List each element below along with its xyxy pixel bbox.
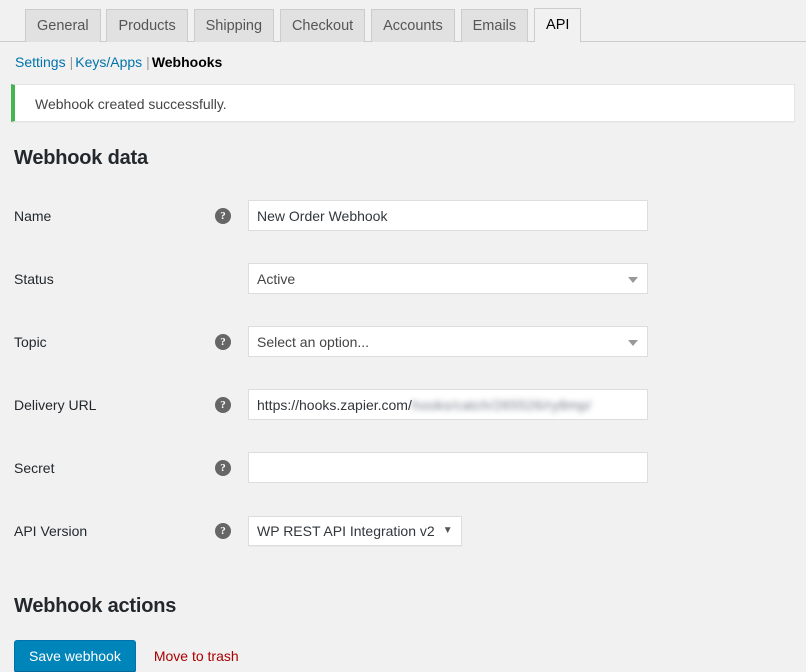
- field-row-secret: Secret ?: [0, 436, 806, 499]
- subnav-separator-1: |: [69, 54, 74, 70]
- success-notice: Webhook created successfully.: [11, 84, 795, 122]
- secret-input[interactable]: [248, 452, 648, 483]
- delivery-url-redacted-text: hooks/catch/265526/ry8mp/: [411, 396, 592, 413]
- tab-products[interactable]: Products: [106, 9, 188, 42]
- field-cell-delivery-url: https://hooks.zapier.com/hooks/catch/265…: [248, 373, 806, 436]
- delivery-url-visible-text: https://hooks.zapier.com/: [257, 396, 412, 413]
- help-icon-secret[interactable]: ?: [215, 460, 231, 477]
- field-cell-name: [248, 184, 806, 247]
- help-cell-topic: ?: [215, 310, 248, 373]
- status-select-value: Active: [257, 270, 296, 287]
- help-cell-status: [215, 247, 248, 310]
- help-icon-delivery-url[interactable]: ?: [215, 397, 231, 414]
- chevron-down-icon: ▼: [442, 524, 453, 536]
- help-cell-name: ?: [215, 184, 248, 247]
- tab-shipping[interactable]: Shipping: [193, 9, 275, 42]
- field-row-delivery-url: Delivery URL ? https://hooks.zapier.com/…: [0, 373, 806, 436]
- subnav-current-webhooks: Webhooks: [151, 54, 223, 70]
- field-row-status: Status Active: [0, 247, 806, 310]
- field-row-topic: Topic ? Select an option...: [0, 310, 806, 373]
- label-api-version: API Version: [14, 522, 88, 539]
- webhook-actions-row: Save webhook Move to trash: [14, 640, 806, 672]
- chevron-down-icon: [628, 276, 638, 283]
- webhook-data-heading: Webhook data: [14, 147, 148, 169]
- tab-checkout[interactable]: Checkout: [279, 9, 366, 42]
- help-icon-name[interactable]: ?: [215, 208, 231, 225]
- success-notice-text: Webhook created successfully.: [35, 96, 227, 112]
- help-cell-secret: ?: [215, 436, 248, 499]
- status-select[interactable]: Active: [248, 263, 648, 294]
- breadcrumb: Settings | Keys/Apps | Webhooks: [0, 42, 806, 70]
- api-version-select-value: WP REST API Integration v2: [257, 522, 435, 539]
- tab-api[interactable]: API: [534, 8, 582, 42]
- help-icon-api-version[interactable]: ?: [215, 523, 231, 540]
- field-cell-api-version: WP REST API Integration v2 ▼: [248, 499, 806, 562]
- label-status: Status: [14, 270, 54, 287]
- webhook-data-form: Name ? Status Active Topic ?: [0, 184, 806, 562]
- subnav-link-settings[interactable]: Settings: [15, 54, 66, 70]
- label-delivery-url: Delivery URL: [14, 396, 97, 413]
- field-row-name: Name ?: [0, 184, 806, 247]
- delivery-url-input[interactable]: https://hooks.zapier.com/hooks/catch/265…: [248, 389, 648, 420]
- subnav-separator-2: |: [146, 54, 150, 70]
- help-icon-topic[interactable]: ?: [215, 334, 231, 351]
- field-cell-secret: [248, 436, 806, 499]
- settings-tab-bar: General Products Shipping Checkout Accou…: [0, 0, 806, 42]
- label-secret: Secret: [14, 459, 55, 476]
- help-cell-api-version: ?: [215, 499, 248, 562]
- tab-emails[interactable]: Emails: [460, 9, 529, 42]
- field-cell-status: Active: [248, 247, 806, 310]
- topic-select-value: Select an option...: [257, 333, 370, 350]
- tab-accounts[interactable]: Accounts: [371, 9, 455, 42]
- name-input[interactable]: [248, 200, 648, 231]
- api-version-select[interactable]: WP REST API Integration v2 ▼: [248, 515, 462, 546]
- topic-select[interactable]: Select an option...: [248, 326, 648, 357]
- field-row-api-version: API Version ? WP REST API Integration v2…: [0, 499, 806, 562]
- move-to-trash-link[interactable]: Move to trash: [154, 648, 239, 664]
- webhook-actions-heading: Webhook actions: [14, 595, 177, 617]
- subnav-link-keys-apps[interactable]: Keys/Apps: [75, 54, 142, 70]
- chevron-down-icon: [628, 339, 638, 346]
- tab-general[interactable]: General: [25, 9, 101, 42]
- label-topic: Topic: [14, 333, 47, 350]
- field-cell-topic: Select an option...: [248, 310, 806, 373]
- label-name: Name: [14, 207, 52, 224]
- help-cell-delivery-url: ?: [215, 373, 248, 436]
- save-webhook-button[interactable]: Save webhook: [14, 640, 136, 672]
